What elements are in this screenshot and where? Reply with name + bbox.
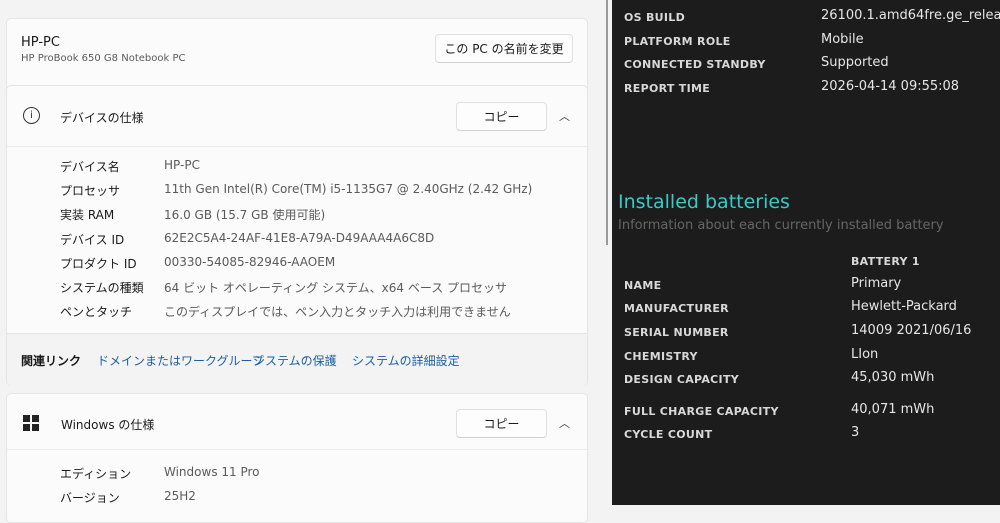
spec-label: プロセッサ — [60, 184, 121, 199]
windows-spec-title: Windows の仕様 — [61, 418, 155, 432]
pc-name: HP-PC — [21, 35, 60, 50]
link-system-protection[interactable]: システムの保護 — [253, 352, 337, 369]
installed-batteries-subtitle: Information about each currently install… — [618, 218, 944, 233]
report-value: 2026-04-14 09:55:08 — [821, 79, 960, 95]
device-spec-card: i デバイスの仕様 コピー ︿ デバイス名 HP-PC プロセッサ 11th Gen … — [6, 85, 588, 386]
copy-device-spec-button[interactable]: コピー — [456, 102, 547, 131]
windows-spec-card: Windows の仕様 コピー ︿ エディション Windows 11 Pro バー… — [6, 393, 588, 523]
spec-label: ペンとタッチ — [60, 305, 133, 320]
battery-column-header: BATTERY 1 — [851, 255, 920, 268]
pc-model: HP ProBook 650 G8 Notebook PC — [21, 53, 186, 64]
spec-value: 64 ビット オペレーティング システム、x64 ベース プロセッサ — [164, 281, 508, 295]
spec-label: エディション — [60, 467, 132, 481]
battery-label: MANUFACTURER — [624, 302, 729, 315]
spec-value: HP-PC — [164, 158, 200, 172]
report-label: CONNECTED STANDBY — [624, 58, 766, 72]
device-spec-title: デバイスの仕様 — [60, 111, 144, 125]
scrollbar[interactable] — [606, 0, 608, 245]
info-icon: i — [23, 107, 40, 124]
settings-system-about: HP-PC HP ProBook 650 G8 Notebook PC この P… — [0, 0, 612, 523]
related-links: 関連リンク ドメインまたはワークグループ システムの保護 システムの詳細設定 — [7, 333, 587, 386]
pc-name-card: HP-PC HP ProBook 650 G8 Notebook PC この P… — [6, 18, 588, 92]
spec-value: 11th Gen Intel(R) Core(TM) i5-1135G7 @ 2… — [164, 182, 533, 197]
copy-windows-spec-button[interactable]: コピー — [456, 409, 547, 438]
spec-value: 00330-54085-82946-AAOEM — [164, 254, 336, 269]
spec-label: デバイス ID — [60, 232, 125, 247]
link-domain-workgroup[interactable]: ドメインまたはワークグループ — [97, 352, 264, 369]
battery-label: SERIAL NUMBER — [624, 326, 729, 339]
windows-logo-icon — [23, 415, 39, 431]
battery-label: NAME — [624, 279, 662, 292]
report-value: 26100.1.amd64fre.ge_releas — [821, 8, 1000, 23]
battery-label: FULL CHARGE CAPACITY — [624, 405, 779, 418]
link-advanced-system-settings[interactable]: システムの詳細設定 — [352, 352, 460, 369]
spec-label: デバイス名 — [60, 160, 120, 174]
report-label: OS BUILD — [624, 11, 686, 24]
battery-label: DESIGN CAPACITY — [624, 373, 740, 386]
spec-value: Windows 11 Pro — [164, 465, 260, 479]
installed-batteries-title: Installed batteries — [618, 191, 790, 213]
battery-value: 14009 2021/06/16 — [851, 323, 972, 338]
rename-pc-button[interactable]: この PC の名前を変更 — [435, 34, 573, 63]
spec-label: 実装 RAM — [60, 208, 115, 223]
battery-value: 3 — [851, 425, 860, 440]
battery-label: CYCLE COUNT — [624, 428, 713, 441]
spec-label: バージョン — [60, 491, 120, 505]
battery-label: CHEMISTRY — [624, 350, 698, 363]
spec-value: 25H2 — [164, 489, 196, 503]
spec-label: プロダクト ID — [60, 256, 137, 271]
report-label: REPORT TIME — [624, 82, 711, 96]
report-value: Mobile — [821, 31, 864, 47]
battery-value: 40,071 mWh — [851, 402, 935, 417]
battery-value: 45,030 mWh — [851, 370, 935, 385]
battery-value: Primary — [851, 276, 902, 291]
report-label: PLATFORM ROLE — [624, 34, 731, 48]
spec-label: システムの種類 — [60, 281, 144, 295]
spec-value: 16.0 GB (15.7 GB 使用可能) — [164, 208, 326, 223]
battery-value: LIon — [851, 347, 879, 362]
chevron-up-icon[interactable]: ︿ — [559, 108, 570, 124]
battery-report: OS BUILD 26100.1.amd64fre.ge_releas PLATFO… — [612, 0, 1000, 505]
related-links-label: 関連リンク — [21, 354, 82, 368]
spec-value: このディスプレイでは、ペン入力とタッチ入力は利用できません — [164, 305, 511, 320]
battery-value: Hewlett-Packard — [851, 299, 957, 314]
chevron-up-icon[interactable]: ︿ — [559, 415, 570, 431]
spec-value: 62E2C5A4-24AF-41E8-A79A-D49AAA4A6C8D — [164, 230, 435, 245]
report-value: Supported — [821, 55, 889, 71]
